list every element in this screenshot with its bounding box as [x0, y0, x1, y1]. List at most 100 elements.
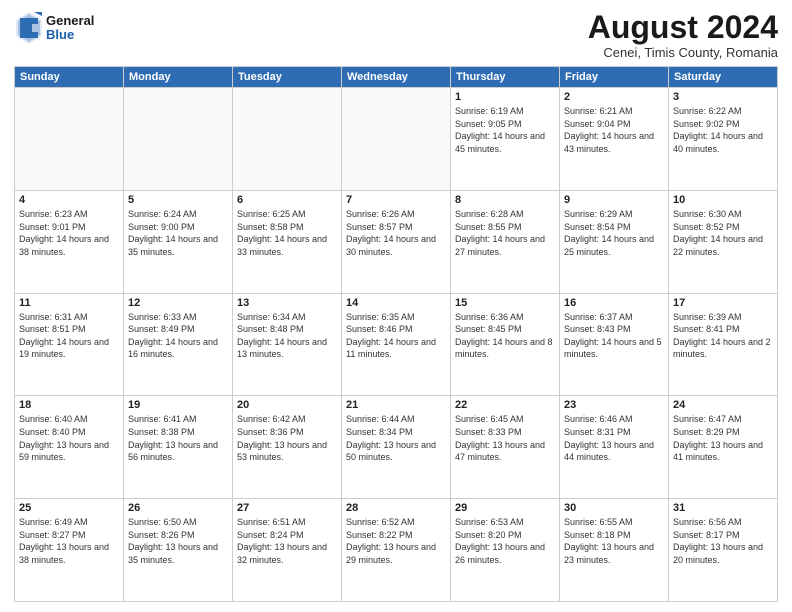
page: General Blue August 2024 Cenei, Timis Co…	[0, 0, 792, 612]
header-sunday: Sunday	[15, 67, 124, 88]
calendar-week-4: 25 Sunrise: 6:49 AM Sunset: 8:27 PM Dayli…	[15, 499, 778, 602]
weekday-header-row: Sunday Monday Tuesday Wednesday Thursday…	[15, 67, 778, 88]
calendar-cell: 8 Sunrise: 6:28 AM Sunset: 8:55 PM Daylig…	[451, 190, 560, 293]
calendar-cell: 23 Sunrise: 6:46 AM Sunset: 8:31 PM Dayli…	[560, 396, 669, 499]
day-number: 26	[128, 502, 228, 514]
location-subtitle: Cenei, Timis County, Romania	[588, 45, 778, 60]
day-info: Sunrise: 6:36 AM Sunset: 8:45 PM Dayligh…	[455, 311, 555, 361]
day-info: Sunrise: 6:19 AM Sunset: 9:05 PM Dayligh…	[455, 105, 555, 155]
day-number: 14	[346, 297, 446, 309]
day-number: 24	[673, 399, 773, 411]
day-number: 9	[564, 194, 664, 206]
calendar-cell: 27 Sunrise: 6:51 AM Sunset: 8:24 PM Dayli…	[233, 499, 342, 602]
day-info: Sunrise: 6:31 AM Sunset: 8:51 PM Dayligh…	[19, 311, 119, 361]
day-info: Sunrise: 6:23 AM Sunset: 9:01 PM Dayligh…	[19, 208, 119, 258]
day-number: 3	[673, 91, 773, 103]
header-thursday: Thursday	[451, 67, 560, 88]
day-info: Sunrise: 6:55 AM Sunset: 8:18 PM Dayligh…	[564, 516, 664, 566]
day-info: Sunrise: 6:52 AM Sunset: 8:22 PM Dayligh…	[346, 516, 446, 566]
header-tuesday: Tuesday	[233, 67, 342, 88]
day-info: Sunrise: 6:53 AM Sunset: 8:20 PM Dayligh…	[455, 516, 555, 566]
day-number: 11	[19, 297, 119, 309]
calendar-cell: 7 Sunrise: 6:26 AM Sunset: 8:57 PM Daylig…	[342, 190, 451, 293]
calendar-cell: 4 Sunrise: 6:23 AM Sunset: 9:01 PM Daylig…	[15, 190, 124, 293]
calendar-week-0: 1 Sunrise: 6:19 AM Sunset: 9:05 PM Daylig…	[15, 88, 778, 191]
day-info: Sunrise: 6:21 AM Sunset: 9:04 PM Dayligh…	[564, 105, 664, 155]
logo-general: General	[46, 14, 94, 28]
day-info: Sunrise: 6:46 AM Sunset: 8:31 PM Dayligh…	[564, 413, 664, 463]
day-info: Sunrise: 6:42 AM Sunset: 8:36 PM Dayligh…	[237, 413, 337, 463]
day-number: 4	[19, 194, 119, 206]
calendar-cell: 6 Sunrise: 6:25 AM Sunset: 8:58 PM Daylig…	[233, 190, 342, 293]
day-number: 6	[237, 194, 337, 206]
day-info: Sunrise: 6:41 AM Sunset: 8:38 PM Dayligh…	[128, 413, 228, 463]
day-info: Sunrise: 6:26 AM Sunset: 8:57 PM Dayligh…	[346, 208, 446, 258]
calendar-cell: 13 Sunrise: 6:34 AM Sunset: 8:48 PM Dayli…	[233, 293, 342, 396]
day-info: Sunrise: 6:40 AM Sunset: 8:40 PM Dayligh…	[19, 413, 119, 463]
calendar-cell: 14 Sunrise: 6:35 AM Sunset: 8:46 PM Dayli…	[342, 293, 451, 396]
day-number: 15	[455, 297, 555, 309]
calendar-cell: 22Sunrise: 6:45 AM Sunset: 8:33 PM Dayli…	[451, 396, 560, 499]
day-number: 1	[455, 91, 555, 103]
day-number: 28	[346, 502, 446, 514]
day-info: Sunrise: 6:50 AM Sunset: 8:26 PM Dayligh…	[128, 516, 228, 566]
day-number: 13	[237, 297, 337, 309]
day-number: 5	[128, 194, 228, 206]
calendar-cell	[233, 88, 342, 191]
calendar-cell: 5 Sunrise: 6:24 AM Sunset: 9:00 PM Daylig…	[124, 190, 233, 293]
calendar-cell	[124, 88, 233, 191]
day-number: 19	[128, 399, 228, 411]
calendar-cell	[15, 88, 124, 191]
month-title: August 2024	[588, 10, 778, 45]
calendar-week-2: 11 Sunrise: 6:31 AM Sunset: 8:51 PM Dayli…	[15, 293, 778, 396]
calendar-cell: 2 Sunrise: 6:21 AM Sunset: 9:04 PM Daylig…	[560, 88, 669, 191]
day-info: Sunrise: 6:33 AM Sunset: 8:49 PM Dayligh…	[128, 311, 228, 361]
logo: General Blue	[14, 10, 94, 46]
day-number: 31	[673, 502, 773, 514]
day-number: 8	[455, 194, 555, 206]
calendar-cell: 21 Sunrise: 6:44 AM Sunset: 8:34 PM Dayli…	[342, 396, 451, 499]
day-info: Sunrise: 6:47 AM Sunset: 8:29 PM Dayligh…	[673, 413, 773, 463]
day-info: Sunrise: 6:37 AM Sunset: 8:43 PM Dayligh…	[564, 311, 664, 361]
day-info: Sunrise: 6:44 AM Sunset: 8:34 PM Dayligh…	[346, 413, 446, 463]
logo-icon	[14, 10, 44, 46]
day-info: Sunrise: 6:24 AM Sunset: 9:00 PM Dayligh…	[128, 208, 228, 258]
calendar-cell: 19 Sunrise: 6:41 AM Sunset: 8:38 PM Dayli…	[124, 396, 233, 499]
day-info: Sunrise: 6:49 AM Sunset: 8:27 PM Dayligh…	[19, 516, 119, 566]
calendar-body: 1 Sunrise: 6:19 AM Sunset: 9:05 PM Daylig…	[15, 88, 778, 602]
logo-text: General Blue	[46, 14, 94, 43]
day-info: Sunrise: 6:28 AM Sunset: 8:55 PM Dayligh…	[455, 208, 555, 258]
day-info: Sunrise: 6:35 AM Sunset: 8:46 PM Dayligh…	[346, 311, 446, 361]
calendar-week-1: 4 Sunrise: 6:23 AM Sunset: 9:01 PM Daylig…	[15, 190, 778, 293]
calendar-cell: 31Sunrise: 6:56 AM Sunset: 8:17 PM Dayli…	[669, 499, 778, 602]
header-wednesday: Wednesday	[342, 67, 451, 88]
day-number: 30	[564, 502, 664, 514]
day-info: Sunrise: 6:51 AM Sunset: 8:24 PM Dayligh…	[237, 516, 337, 566]
day-info: Sunrise: 6:34 AM Sunset: 8:48 PM Dayligh…	[237, 311, 337, 361]
day-info: Sunrise: 6:22 AM Sunset: 9:02 PM Dayligh…	[673, 105, 773, 155]
day-number: 25	[19, 502, 119, 514]
calendar-cell: 25 Sunrise: 6:49 AM Sunset: 8:27 PM Dayli…	[15, 499, 124, 602]
calendar-cell: 29Sunrise: 6:53 AM Sunset: 8:20 PM Dayli…	[451, 499, 560, 602]
calendar-cell: 17 Sunrise: 6:39 AM Sunset: 8:41 PM Dayli…	[669, 293, 778, 396]
day-info: Sunrise: 6:25 AM Sunset: 8:58 PM Dayligh…	[237, 208, 337, 258]
header: General Blue August 2024 Cenei, Timis Co…	[14, 10, 778, 60]
day-number: 7	[346, 194, 446, 206]
calendar-table: Sunday Monday Tuesday Wednesday Thursday…	[14, 66, 778, 602]
day-info: Sunrise: 6:30 AM Sunset: 8:52 PM Dayligh…	[673, 208, 773, 258]
calendar-cell: 28 Sunrise: 6:52 AM Sunset: 8:22 PM Dayli…	[342, 499, 451, 602]
day-info: Sunrise: 6:45 AM Sunset: 8:33 PM Dayligh…	[455, 413, 555, 463]
day-number: 21	[346, 399, 446, 411]
day-number: 2	[564, 91, 664, 103]
day-number: 27	[237, 502, 337, 514]
calendar-cell: 26 Sunrise: 6:50 AM Sunset: 8:26 PM Dayli…	[124, 499, 233, 602]
day-number: 16	[564, 297, 664, 309]
day-number: 23	[564, 399, 664, 411]
header-friday: Friday	[560, 67, 669, 88]
calendar-week-3: 18Sunrise: 6:40 AM Sunset: 8:40 PM Dayli…	[15, 396, 778, 499]
day-number: 12	[128, 297, 228, 309]
calendar-cell: 12 Sunrise: 6:33 AM Sunset: 8:49 PM Dayli…	[124, 293, 233, 396]
calendar-cell: 15 Sunrise: 6:36 AM Sunset: 8:45 PM Dayli…	[451, 293, 560, 396]
day-number: 17	[673, 297, 773, 309]
day-info: Sunrise: 6:39 AM Sunset: 8:41 PM Dayligh…	[673, 311, 773, 361]
